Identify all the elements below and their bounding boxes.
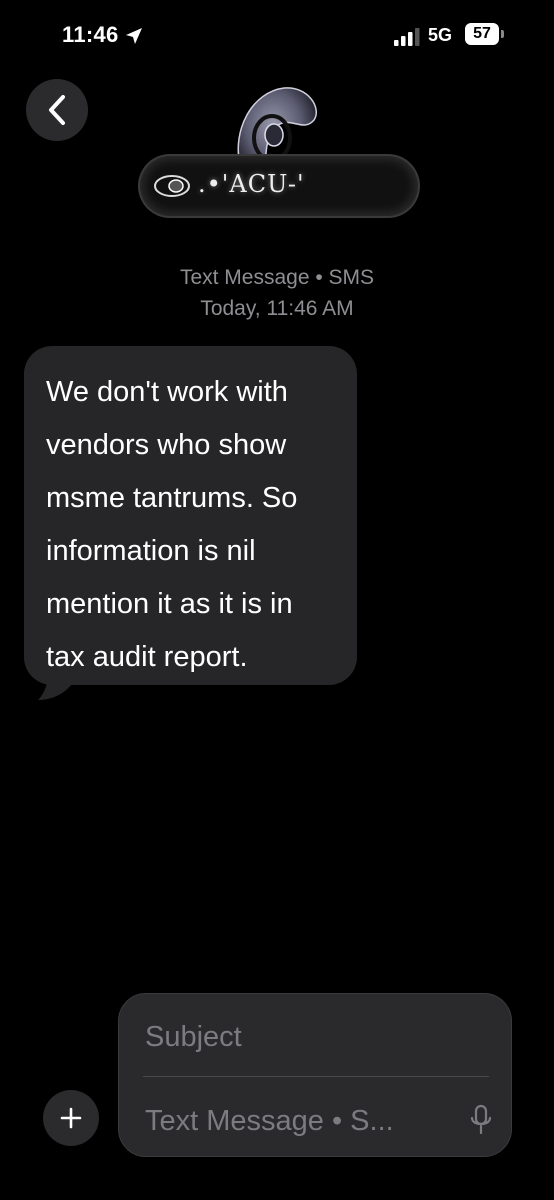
battery-level: 57 <box>465 23 499 45</box>
composer-divider <box>143 1076 489 1077</box>
message-input[interactable] <box>143 1092 447 1150</box>
conversation-meta: Text Message • SMS Today, 11:46 AM <box>0 262 554 324</box>
battery-tip <box>501 30 504 38</box>
network-type: 5G <box>428 25 453 45</box>
signal-bars-icon <box>394 28 420 46</box>
contact-name: .•'ACU-' <box>198 170 305 198</box>
subject-input[interactable] <box>143 1008 495 1066</box>
status-bar: 11:46 5G 57 <box>0 0 554 76</box>
message-timestamp: Today, 11:46 AM <box>200 297 354 320</box>
message-text: We don't work with vendors who show msme… <box>46 376 298 673</box>
back-button[interactable] <box>26 79 88 141</box>
incoming-message-bubble[interactable]: We don't work with vendors who show msme… <box>24 346 357 685</box>
battery-icon: 57 <box>465 23 505 45</box>
contact-name-pill[interactable]: .•'ACU-' <box>140 156 418 216</box>
location-arrow-icon <box>126 28 142 44</box>
message-composer <box>118 993 512 1157</box>
add-attachment-button[interactable] <box>43 1090 99 1146</box>
plus-icon <box>60 1107 82 1129</box>
status-time: 11:46 <box>62 22 119 47</box>
microphone-icon <box>470 1104 492 1135</box>
service-label: Text Message • SMS <box>179 266 375 289</box>
dictation-button[interactable] <box>463 1100 499 1140</box>
back-chevron-icon <box>49 95 65 125</box>
contact-glyph-icon <box>154 175 190 197</box>
